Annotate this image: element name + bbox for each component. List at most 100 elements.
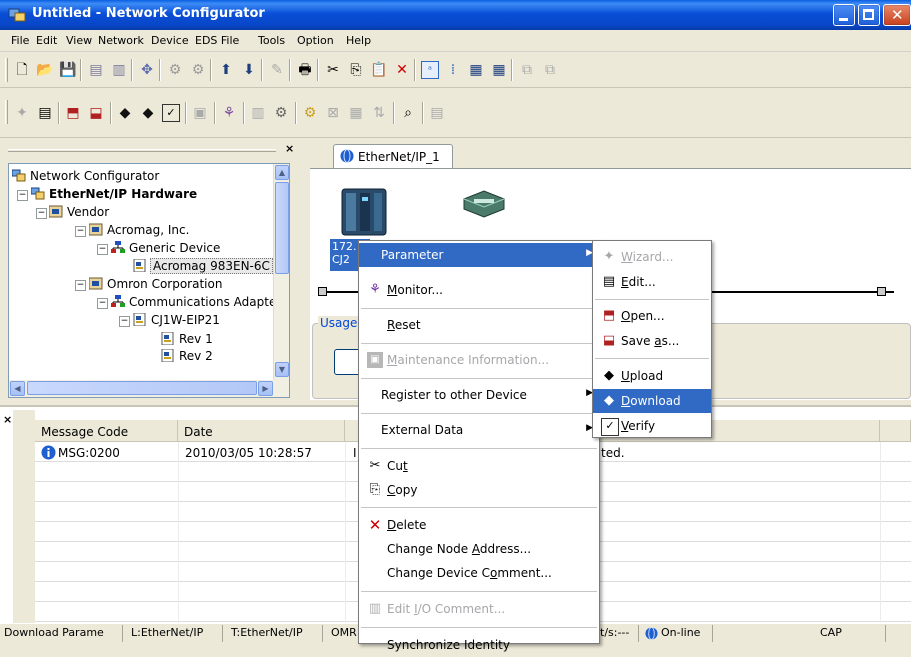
network-config-icon[interactable]: ⚙ [166,61,184,79]
compare-icon[interactable]: ✎ [268,61,286,79]
menu-item-cut[interactable]: ✂ Cut [359,454,599,478]
menu-edit[interactable]: Edit [36,34,57,47]
menu-item-reset[interactable]: Reset [359,313,599,337]
toolbar-grip[interactable] [5,100,8,124]
register2-icon[interactable]: ⊠ [324,104,342,122]
adapter-device-icon[interactable] [460,189,508,219]
collapse-icon[interactable]: − [17,190,28,201]
collapse-icon[interactable]: − [75,226,86,237]
tree-item-label: CJ1W-EIP21 [151,313,220,327]
menu-option[interactable]: Option [297,34,334,47]
menu-item-parameter[interactable]: Parameter ▶ [359,243,599,267]
property2-icon[interactable]: ⧉ [541,61,559,79]
large-icons-view-icon[interactable]: ᵃ [421,61,439,79]
menu-item-external-data[interactable]: External Data ▶ [359,418,599,442]
maximize-button[interactable] [858,4,880,26]
option-icon[interactable]: ▤ [428,104,446,122]
collapse-icon[interactable]: − [97,298,108,309]
scroll-right-icon[interactable]: ▶ [258,381,273,396]
col-header-extra[interactable] [880,420,911,442]
transfer-icon[interactable]: ⇅ [370,104,388,122]
plc-device-icon[interactable] [340,185,388,237]
save-icon[interactable]: 💾 [59,61,77,79]
new-file-icon[interactable]: 🗋 [13,61,31,79]
menu-item-change-device-comment[interactable]: Change Device Comment... [359,561,599,585]
pane-close-icon[interactable]: × [285,142,294,155]
open-parameter-icon[interactable]: ⬒ [64,104,82,122]
property-icon[interactable]: ⧉ [518,61,536,79]
scroll-thumb[interactable] [275,182,289,274]
find-icon[interactable]: ⌕ [399,104,417,122]
menu-view[interactable]: View [66,34,92,47]
menu-item-verify[interactable]: ✓ Verify [593,414,711,438]
menu-item-synchronize-identity[interactable]: Synchronize Identity [359,633,599,657]
menu-item-delete[interactable]: ✕ Delete [359,513,599,537]
menu-item-upload[interactable]: ◆ Upload [593,364,711,388]
upload-device-icon[interactable]: ◆ [116,104,134,122]
menu-item-register-to-other-device[interactable]: Register to other Device ▶ [359,383,599,407]
collapse-icon[interactable]: − [97,244,108,255]
network-tool-icon[interactable]: ✥ [138,61,156,79]
col-header-date[interactable]: Date [178,420,345,442]
menu-device[interactable]: Device [151,34,189,47]
monitor-icon[interactable]: ⚘ [220,104,238,122]
menu-item-change-node-address[interactable]: Change Node Address... [359,537,599,561]
wizard-icon[interactable]: ✦ [13,104,31,122]
open-folder-icon[interactable]: 📂 [36,61,54,79]
menu-item-wizard[interactable]: ✦ Wizard... [593,245,711,269]
disconnect-icon[interactable]: ▥ [110,61,128,79]
io-comment-icon[interactable]: ▥ [249,104,267,122]
col-header-message-code[interactable]: Message Code [35,420,178,442]
tree-horizontal-scrollbar[interactable]: ◀ ▶ [9,380,289,397]
register-icon[interactable]: ⚙ [301,104,319,122]
menu-network[interactable]: Network [98,34,144,47]
save-parameter-icon[interactable]: ⬓ [87,104,105,122]
tree-vertical-scrollbar[interactable]: ▲ ▼ [273,164,289,380]
copy-icon[interactable]: ⎘ [347,61,365,79]
toolbar-grip[interactable] [5,58,8,82]
menu-tools[interactable]: Tools [258,34,285,47]
network-scan-icon[interactable]: ⚙ [189,61,207,79]
menu-item-edit[interactable]: ▤ Edit... [593,270,711,294]
download-network-icon[interactable]: ⬇ [240,61,258,79]
connect-icon[interactable]: ▤ [87,61,105,79]
scroll-left-icon[interactable]: ◀ [10,381,25,396]
download-device-icon[interactable]: ◆ [139,104,157,122]
collapse-icon[interactable]: − [119,316,130,327]
log-close-icon[interactable]: × [3,413,12,426]
scroll-thumb[interactable] [27,381,257,395]
register3-icon[interactable]: ▦ [347,104,365,122]
device-property-icon[interactable]: ⚙ [272,104,290,122]
collapse-icon[interactable]: − [36,208,47,219]
menu-eds-file[interactable]: EDS File [195,34,239,47]
cut-icon[interactable]: ✂ [324,61,342,79]
title-bar[interactable]: Untitled - Network Configurator ✕ [0,0,911,30]
print-icon[interactable]: 🖶 [296,61,314,79]
menu-item-copy[interactable]: ⎘ Copy [359,478,599,502]
pane-grip[interactable] [8,149,276,152]
menu-item-download[interactable]: ◆ Download [593,389,711,413]
verify-icon[interactable]: ✓ [162,104,180,122]
tab-ethernetip-1[interactable]: EtherNet/IP_1 [333,144,453,168]
log-grip[interactable] [13,410,35,623]
menu-item-maintenance-information[interactable]: ▣ Maintenance Information... [359,348,599,372]
menu-item-open[interactable]: ⬒ Open... [593,304,711,328]
close-button[interactable]: ✕ [883,4,911,26]
paste-icon[interactable]: 📋 [370,61,388,79]
upload-network-icon[interactable]: ⬆ [217,61,235,79]
details-view-icon[interactable]: ▦ [490,61,508,79]
menu-file[interactable]: File [11,34,29,47]
menu-item-save-as[interactable]: ⬓ Save as... [593,329,711,353]
menu-item-monitor[interactable]: ⚘ Monitor... [359,278,599,302]
list-view-icon[interactable]: ▦ [467,61,485,79]
scroll-up-icon[interactable]: ▲ [275,165,289,180]
minimize-button[interactable] [833,4,855,26]
edit-parameter-icon[interactable]: ▤ [36,104,54,122]
menu-help[interactable]: Help [346,34,371,47]
scroll-down-icon[interactable]: ▼ [275,362,289,377]
maintenance-icon[interactable]: ▣ [191,104,209,122]
delete-icon[interactable]: ✕ [393,61,411,79]
collapse-icon[interactable]: − [75,280,86,291]
menu-item-edit-io-comment[interactable]: ▥ Edit I/O Comment... [359,597,599,621]
small-icons-view-icon[interactable]: ⁞ [444,61,462,79]
